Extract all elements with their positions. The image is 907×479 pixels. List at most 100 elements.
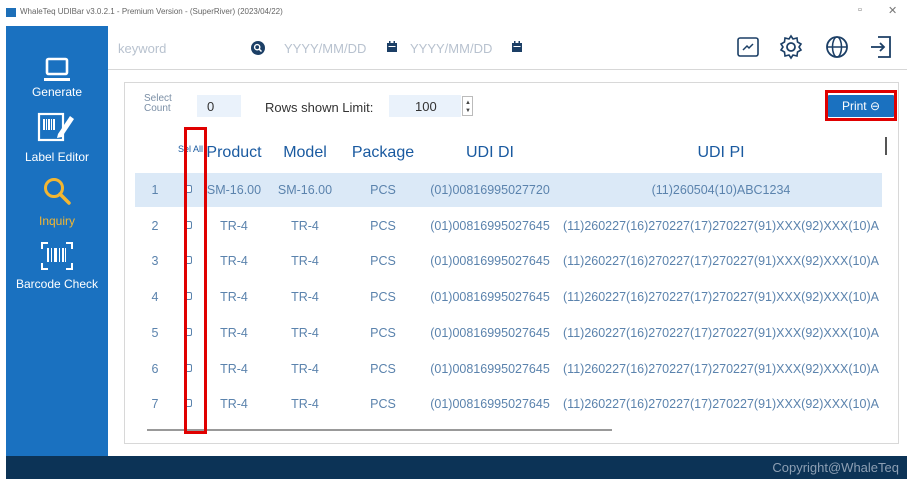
sidebar-item-label: Inquiry	[38, 214, 76, 228]
row-number: 6	[151, 361, 159, 376]
window-titlebar: WhaleTeq UDIBar v3.0.2.1 - Premium Versi…	[0, 0, 907, 26]
rows-limit-label: Rows shown Limit:	[265, 100, 374, 115]
package-cell: PCS	[370, 361, 396, 376]
product-cell: TR-4	[220, 397, 248, 412]
table-row[interactable]: 5 TR-4 TR-4 PCS (01)00816995027645 (11)260227…	[135, 316, 882, 350]
sidebar-item-label: Barcode Check	[15, 277, 99, 291]
rows-limit-input[interactable]: 100	[389, 95, 461, 117]
sidebar-item-generate[interactable]: Generate	[6, 50, 108, 105]
udi-pi-cell: (11)260227(16)270227(17)270227(91)XXX(92…	[563, 325, 879, 340]
udi-di-header: UDI DI	[466, 144, 514, 161]
package-cell: PCS	[370, 290, 396, 305]
udi-pi-cell: (11)260227(16)270227(17)270227(91)XXX(92…	[563, 218, 879, 233]
product-cell: TR-4	[220, 325, 248, 340]
results-table: Sel All Product Model Package UDI DI UDI…	[135, 133, 882, 431]
minimize-button[interactable]: ▫	[858, 4, 862, 16]
app-icon	[6, 8, 16, 17]
search-toolbar	[108, 26, 907, 70]
horizontal-scrollbar[interactable]	[147, 429, 612, 431]
table-row[interactable]: 3 TR-4 TR-4 PCS (01)00816995027645 (11)260227…	[135, 244, 882, 278]
product-cell: TR-4	[220, 361, 248, 376]
row-number: 7	[151, 397, 159, 412]
stepper-down-icon[interactable]: ▼	[465, 108, 471, 114]
product-header: Product	[206, 144, 262, 161]
product-cell: TR-4	[220, 290, 248, 305]
udi-di-cell: (01)00816995027645	[430, 218, 550, 233]
date-to-input[interactable]	[410, 39, 508, 57]
udi-di-cell: (01)00816995027645	[430, 397, 550, 412]
sidebar-item-label-editor[interactable]: Label Editor	[6, 108, 108, 166]
sidebar-item-barcode-check[interactable]: Barcode Check	[6, 238, 108, 296]
model-cell: SM-16.00	[277, 183, 333, 197]
udi-pi-cell: (11)260227(16)270227(17)270227(91)XXX(92…	[563, 254, 879, 269]
barcode-scan-icon	[41, 242, 73, 270]
export-icon[interactable]	[736, 35, 760, 59]
udi-di-cell: (01)00816995027645	[430, 254, 550, 269]
date-from-input[interactable]	[284, 39, 384, 57]
row-number: 2	[151, 218, 159, 233]
model-cell: TR-4	[291, 325, 319, 340]
sidebar-item-inquiry[interactable]: Inquiry	[6, 174, 108, 232]
language-icon[interactable]	[824, 34, 850, 60]
package-cell: PCS	[370, 325, 396, 340]
vertical-scrollbar[interactable]	[885, 137, 887, 155]
package-cell: PCS	[370, 183, 396, 197]
product-cell: TR-4	[220, 218, 248, 233]
select-count-label: Select Count	[144, 93, 172, 114]
table-row[interactable]: 1 SM-16.00 SM-16.00 PCS (01)00816995027720 (1…	[135, 173, 882, 207]
search-icon	[44, 178, 71, 205]
table-row[interactable]: 6 TR-4 TR-4 PCS (01)00816995027645 (11)260227…	[135, 352, 882, 386]
package-cell: PCS	[370, 397, 396, 412]
model-cell: TR-4	[291, 218, 319, 233]
model-cell: TR-4	[291, 254, 319, 269]
copyright-text: Copyright@WhaleTeq	[772, 460, 899, 475]
udi-pi-cell: (11)260227(16)270227(17)270227(91)XXX(92…	[563, 361, 879, 376]
table-row[interactable]: 2 TR-4 TR-4 PCS (01)00816995027645 (11)260227…	[135, 209, 882, 243]
search-icon[interactable]	[251, 41, 265, 55]
udi-pi-cell: (11)260227(16)270227(17)270227(91)XXX(92…	[563, 290, 879, 305]
udi-di-cell: (01)00816995027645	[430, 361, 550, 376]
udi-di-cell: (01)00816995027720	[430, 183, 550, 197]
print-highlight-box	[825, 90, 897, 121]
product-cell: TR-4	[220, 254, 248, 269]
udi-pi-header: UDI PI	[697, 144, 745, 161]
package-cell: PCS	[370, 254, 396, 269]
main-content: Select Count 0 Rows shown Limit: 100 ▲ ▼…	[108, 70, 907, 456]
row-number: 4	[151, 290, 159, 305]
row-number: 1	[151, 183, 159, 197]
select-column-highlight-box	[184, 127, 207, 434]
udi-di-cell: (01)00816995027645	[430, 325, 550, 340]
footer: Copyright@WhaleTeq	[6, 456, 907, 479]
sidebar: Generate Label Editor Inquiry Barcode Ch…	[6, 26, 108, 456]
package-cell: PCS	[370, 218, 396, 233]
label-edit-icon	[37, 112, 74, 142]
model-cell: TR-4	[291, 397, 319, 412]
udi-pi-cell: (11)260227(16)270227(17)270227(91)XXX(92…	[563, 397, 879, 412]
logout-icon[interactable]	[868, 34, 894, 60]
laptop-icon	[44, 57, 70, 81]
select-count-value: 0	[197, 95, 241, 117]
row-number: 3	[151, 254, 159, 269]
stepper-up-icon[interactable]: ▲	[465, 100, 471, 106]
calendar-icon[interactable]	[511, 41, 523, 53]
product-cell: SM-16.00	[206, 183, 262, 197]
sidebar-item-label: Label Editor	[24, 150, 90, 164]
package-header: Package	[351, 144, 415, 161]
window-title: WhaleTeq UDIBar v3.0.2.1 - Premium Versi…	[20, 7, 283, 16]
close-button[interactable]: ✕	[888, 4, 897, 17]
row-number: 5	[151, 325, 159, 340]
model-header: Model	[283, 144, 327, 161]
model-cell: TR-4	[291, 290, 319, 305]
table-row[interactable]: 4 TR-4 TR-4 PCS (01)00816995027645 (11)260227…	[135, 280, 882, 314]
sidebar-item-label: Generate	[31, 85, 83, 99]
table-header: Sel All Product Model Package UDI DI UDI…	[135, 133, 882, 173]
model-cell: TR-4	[291, 361, 319, 376]
settings-icon[interactable]	[778, 34, 804, 60]
results-panel: Select Count 0 Rows shown Limit: 100 ▲ ▼…	[124, 82, 899, 444]
table-row[interactable]: 7 TR-4 TR-4 PCS (01)00816995027645 (11)260227…	[135, 387, 882, 421]
rows-limit-stepper[interactable]: ▲ ▼	[462, 96, 473, 116]
keyword-input[interactable]	[118, 39, 228, 57]
udi-pi-cell: (11)260504(10)ABC1234	[651, 183, 791, 197]
udi-di-cell: (01)00816995027645	[430, 290, 550, 305]
calendar-icon[interactable]	[386, 41, 398, 53]
